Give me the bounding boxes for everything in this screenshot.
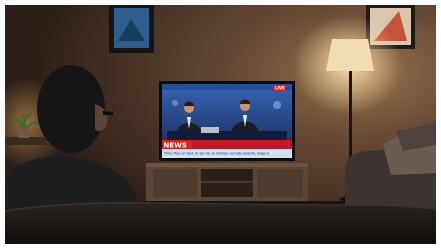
- tv-stand-drawer-right: [257, 169, 303, 197]
- living-room-scene: LIVE NEWS Time flies on fast. El ojo de …: [5, 5, 436, 244]
- studio-header: [162, 84, 292, 90]
- television: LIVE NEWS Time flies on fast. El ojo de …: [159, 81, 295, 161]
- lamp-shade: [326, 39, 374, 71]
- news-banner-label: NEWS: [164, 142, 187, 150]
- desk-laptop: [201, 127, 219, 133]
- news-banner-strip: [192, 140, 292, 149]
- live-badge-label: LIVE: [275, 86, 285, 91]
- studio-light: [172, 100, 178, 106]
- tv-stand-shelf: [201, 181, 253, 183]
- news-ticker-text: Time flies on fast. El ojo de un tiempo …: [163, 152, 269, 156]
- tv-stand-top: [146, 163, 308, 167]
- photo-frame: LIVE NEWS Time flies on fast. El ojo de …: [0, 0, 441, 249]
- tv-stand-drawer-left: [153, 169, 197, 197]
- plant-pot: [19, 129, 29, 138]
- scene-illustration: LIVE NEWS Time flies on fast. El ojo de …: [5, 5, 436, 244]
- sofa-back: [5, 202, 436, 244]
- studio-light: [273, 101, 281, 109]
- side-shelf: [5, 137, 47, 145]
